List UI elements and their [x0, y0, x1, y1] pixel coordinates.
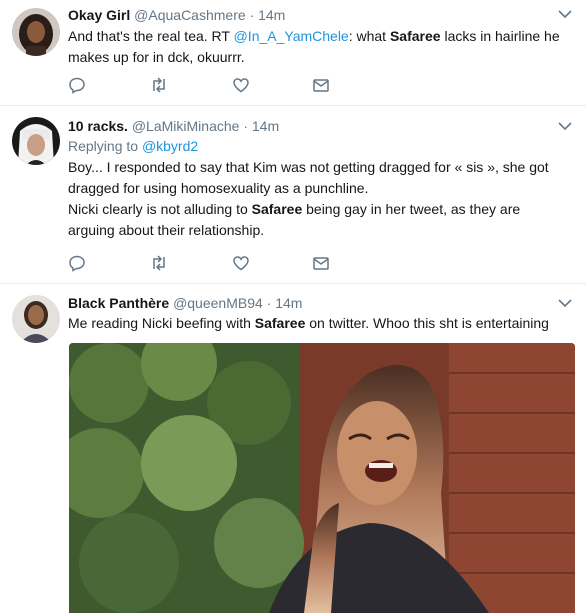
highlight-term: Safaree — [254, 315, 306, 331]
envelope-icon[interactable] — [312, 76, 330, 94]
fullname[interactable]: 10 racks. — [68, 118, 128, 134]
fullname[interactable]: Okay Girl — [68, 7, 130, 23]
text-segment: And that's the real tea. RT — [68, 28, 234, 44]
handle[interactable]: @queenMB94 — [173, 295, 263, 311]
handle[interactable]: @LaMikiMinache — [132, 118, 240, 134]
media-gif[interactable] — [69, 343, 575, 613]
fullname[interactable]: Black Panthère — [68, 295, 169, 311]
separator: · — [243, 118, 248, 134]
tweet-text: Me reading Nicki beefing with Safaree on… — [68, 313, 570, 334]
separator: · — [249, 7, 255, 23]
chevron-down-icon[interactable] — [558, 121, 572, 131]
tweet-text: Boy... I responded to say that Kim was n… — [68, 157, 570, 241]
mention-link[interactable]: @In_A_YamChele — [234, 28, 349, 44]
heart-icon[interactable] — [232, 76, 250, 94]
text-segment: t is entertaining — [453, 315, 549, 331]
tweet-line: Nicki clearly is not alluding to Safaree… — [68, 199, 570, 241]
heart-icon[interactable] — [232, 254, 250, 272]
timestamp[interactable]: 14m — [275, 295, 302, 311]
avatar[interactable] — [12, 295, 60, 343]
tweet-2: 10 racks. @LaMikiMinache · 14m Replying … — [0, 106, 586, 284]
tweet-line: Boy... I responded to say that Kim was n… — [68, 159, 549, 196]
tweet-3: Black Panthère @queenMB94 · 14m Me readi… — [0, 284, 586, 613]
tweet-header: 10 racks. @LaMikiMinache · 14m — [68, 118, 279, 134]
replying-label: Replying to — [68, 138, 139, 154]
timestamp[interactable]: 14m — [252, 118, 279, 134]
chevron-down-icon[interactable] — [558, 9, 572, 19]
tweet-1: Okay Girl @AquaCashmere · 14m And that's… — [0, 0, 586, 106]
text-segment: : what — [348, 28, 390, 44]
replying-to: Replying to @kbyrd2 — [68, 138, 198, 154]
avatar[interactable] — [12, 8, 60, 56]
tweet-header: Okay Girl @AquaCashmere · 14m — [68, 7, 285, 23]
retweet-icon[interactable] — [150, 76, 168, 94]
reply-icon[interactable] — [68, 76, 86, 94]
highlight-term: Safaree — [389, 28, 441, 44]
envelope-icon[interactable] — [312, 254, 330, 272]
chevron-down-icon[interactable] — [558, 298, 572, 308]
handle[interactable]: @AquaCashmere — [134, 7, 246, 23]
reply-icon[interactable] — [68, 254, 86, 272]
retweet-icon[interactable] — [150, 254, 168, 272]
avatar[interactable] — [12, 117, 60, 165]
gif-frame — [69, 343, 575, 613]
text-segment: Nicki clearly is not alluding to — [68, 201, 252, 217]
tweet-text: And that's the real tea. RT @In_A_YamChe… — [68, 26, 570, 68]
timestamp[interactable]: 14m — [258, 7, 285, 23]
text-segment: Me reading Nicki beefing with — [68, 315, 255, 331]
replying-to-link[interactable]: @kbyrd2 — [142, 138, 198, 154]
highlight-term: Safaree — [251, 201, 303, 217]
tweet-header: Black Panthère @queenMB94 · 14m — [68, 295, 302, 311]
text-segment: ck, okuurrr. — [175, 49, 245, 65]
text-segment: on twitter. Whoo this sh — [305, 315, 454, 331]
separator: · — [266, 295, 272, 311]
